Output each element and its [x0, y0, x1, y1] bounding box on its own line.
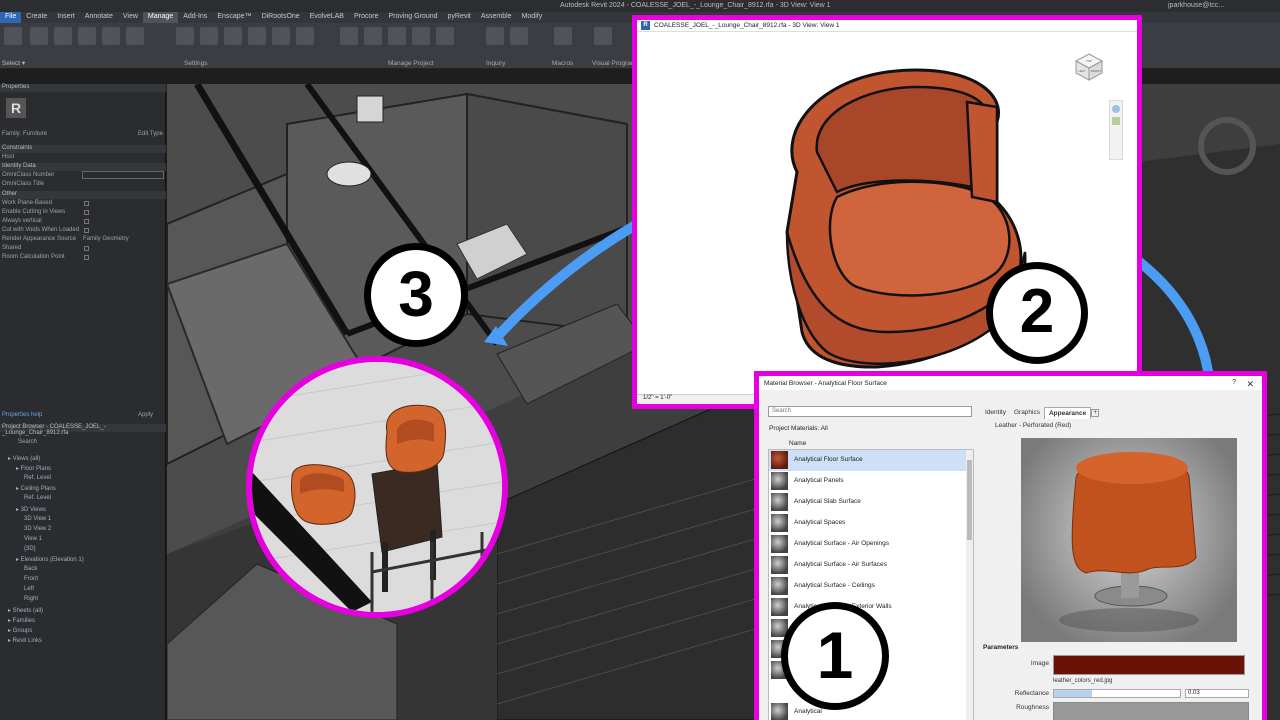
navigation-bar[interactable]	[1109, 100, 1123, 160]
help-icon[interactable]: ?	[1232, 379, 1236, 386]
material-row[interactable]: Analytical Floor Surface	[769, 450, 973, 471]
zoom-icon[interactable]	[1112, 117, 1120, 125]
steering-wheel-icon[interactable]	[1112, 105, 1120, 113]
material-name: Analytical Floor Surface	[794, 456, 863, 463]
material-swatch	[771, 556, 788, 574]
family-window-title: COALESSE_JOEL_-_Lounge_Chair_8912.rfa - …	[654, 22, 840, 29]
image-filename[interactable]: leather_colors_red.jpg	[1053, 678, 1112, 684]
close-icon[interactable]: ✕	[1246, 379, 1254, 390]
viewcube-left: LEFT	[1078, 69, 1086, 73]
tab-identity[interactable]: Identity	[981, 407, 1010, 419]
leather-image-swatch[interactable]	[1053, 655, 1245, 675]
material-row[interactable]: Analytical Panels	[769, 471, 973, 492]
material-swatch	[771, 493, 788, 511]
revit-icon: R	[641, 21, 650, 30]
material-name: Analytical Slab Surface	[794, 498, 861, 505]
material-swatch	[771, 577, 788, 595]
material-swatch	[771, 703, 788, 720]
roughness-map-swatch[interactable]	[1053, 702, 1249, 720]
material-row[interactable]: Analytical Surface - Air Openings	[769, 534, 973, 555]
material-swatch	[771, 598, 788, 616]
add-asset-icon[interactable]: +	[1091, 409, 1100, 417]
material-row[interactable]: Analytical Surface - Air Surfaces	[769, 555, 973, 576]
appearance-preview	[1021, 438, 1237, 642]
callout-1: 1	[781, 602, 889, 710]
roughness-label: Roughness	[1016, 704, 1049, 711]
material-row[interactable]: Analytical Slab Surface	[769, 492, 973, 513]
asset-name: Leather - Perforated (Red)	[995, 422, 1072, 429]
tab-graphics[interactable]: Graphics	[1010, 407, 1044, 419]
reflectance-value[interactable]: 0.03	[1185, 689, 1249, 698]
material-swatch	[771, 535, 788, 553]
project-materials-filter[interactable]: Project Materials: All	[769, 425, 828, 432]
callout-2: 2	[986, 262, 1088, 364]
material-swatch	[771, 451, 788, 469]
viewcube-front: FRONT	[1091, 69, 1101, 73]
rendered-lounge-chairs	[252, 362, 502, 612]
scrollbar-thumb[interactable]	[967, 460, 972, 540]
image-label: Image	[1030, 660, 1049, 667]
material-browser-title: Material Browser - Analytical Floor Surf…	[759, 376, 1262, 390]
column-header-name[interactable]: Name	[789, 440, 806, 447]
material-editor-tabs: Identity Graphics Appearance +	[981, 407, 1100, 419]
material-row[interactable]: Analytical Spaces	[769, 513, 973, 534]
material-list-scrollbar[interactable]	[966, 450, 973, 720]
material-name: Analytical Panels	[794, 477, 844, 484]
reflectance-slider[interactable]	[1053, 689, 1181, 698]
rendered-chairs-inset	[246, 356, 508, 618]
tab-appearance[interactable]: Appearance	[1043, 407, 1092, 419]
material-name: Analytical Surface - Air Surfaces	[794, 561, 887, 568]
reflectance-slider-fill	[1054, 690, 1092, 697]
material-swatch	[771, 472, 788, 490]
viewcube[interactable]: TOP LEFT FRONT	[1074, 52, 1104, 82]
table-cloth-preview-image	[1059, 452, 1199, 632]
material-name: Analytical Surface - Air Openings	[794, 540, 890, 547]
view-scale[interactable]: 1/2" = 1'-0"	[643, 395, 672, 401]
material-row[interactable]: Analytical Surface - Ceilings	[769, 576, 973, 597]
parameters-section-header[interactable]: Parameters	[983, 644, 1018, 651]
material-row[interactable]: Analytical	[769, 702, 973, 720]
material-search-input[interactable]: Search	[768, 406, 972, 417]
material-name: Analytical	[794, 708, 822, 715]
family-window-title-bar: R COALESSE_JOEL_-_Lounge_Chair_8912.rfa …	[637, 20, 1137, 32]
material-name: Analytical Spaces	[794, 519, 846, 526]
material-name: Analytical Surface - Ceilings	[794, 582, 875, 589]
reflectance-label: Reflectance	[1014, 690, 1049, 697]
viewcube-top: TOP	[1086, 59, 1092, 63]
material-swatch	[771, 514, 788, 532]
